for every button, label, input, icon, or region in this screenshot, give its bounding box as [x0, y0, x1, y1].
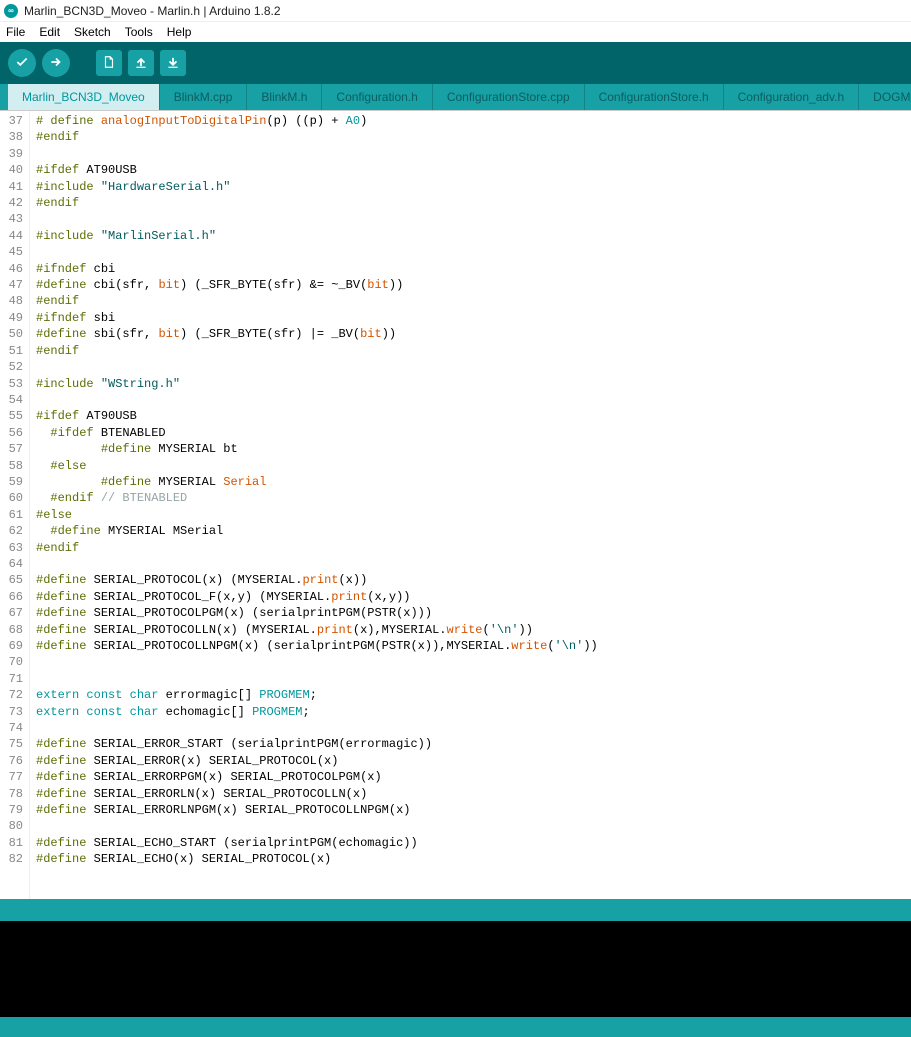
code-line[interactable] — [36, 556, 905, 572]
verify-button[interactable] — [8, 49, 36, 77]
arrow-down-icon — [166, 55, 180, 72]
new-sketch-button[interactable] — [96, 50, 122, 76]
code-line[interactable]: #define SERIAL_ERRORPGM(x) SERIAL_PROTOC… — [36, 769, 905, 785]
code-line[interactable]: #endif — [36, 195, 905, 211]
tab-marlin-bcn3d-moveo[interactable]: Marlin_BCN3D_Moveo — [8, 84, 160, 110]
code-line[interactable]: #ifndef sbi — [36, 310, 905, 326]
menu-help[interactable]: Help — [167, 25, 192, 39]
code-line[interactable]: # define analogInputToDigitalPin(p) ((p)… — [36, 113, 905, 129]
code-line[interactable]: #define SERIAL_PROTOCOLLN(x) (MYSERIAL.p… — [36, 622, 905, 638]
code-line[interactable]: #else — [36, 458, 905, 474]
code-line[interactable]: #define SERIAL_ERROR(x) SERIAL_PROTOCOL(… — [36, 753, 905, 769]
arduino-app-icon: ∞ — [4, 4, 18, 18]
status-bar — [0, 899, 911, 921]
tab-blinkm-h[interactable]: BlinkM.h — [247, 84, 322, 110]
code-line[interactable]: #define cbi(sfr, bit) (_SFR_BYTE(sfr) &=… — [36, 277, 905, 293]
check-icon — [15, 55, 29, 72]
tab-dogmbit[interactable]: DOGMbit — [859, 84, 911, 110]
output-console[interactable] — [0, 921, 911, 1017]
code-line[interactable]: #define SERIAL_PROTOCOLPGM(x) (serialpri… — [36, 605, 905, 621]
tab-strip: Marlin_BCN3D_MoveoBlinkM.cppBlinkM.hConf… — [0, 84, 911, 110]
arrow-up-icon — [134, 55, 148, 72]
footer-bar — [0, 1017, 911, 1037]
arrow-right-icon — [49, 55, 63, 72]
code-line[interactable]: #define SERIAL_ERRORLNPGM(x) SERIAL_PROT… — [36, 802, 905, 818]
code-line[interactable] — [36, 392, 905, 408]
code-line[interactable] — [36, 818, 905, 834]
upload-button[interactable] — [42, 49, 70, 77]
menu-file[interactable]: File — [6, 25, 25, 39]
file-icon — [102, 55, 116, 72]
code-line[interactable] — [36, 720, 905, 736]
tab-configurationstore-h[interactable]: ConfigurationStore.h — [585, 84, 724, 110]
open-sketch-button[interactable] — [128, 50, 154, 76]
titlebar: ∞ Marlin_BCN3D_Moveo - Marlin.h | Arduin… — [0, 0, 911, 22]
menu-tools[interactable]: Tools — [125, 25, 153, 39]
window-title: Marlin_BCN3D_Moveo - Marlin.h | Arduino … — [24, 4, 281, 18]
code-line[interactable]: #define MYSERIAL Serial — [36, 474, 905, 490]
code-line[interactable]: #define SERIAL_ECHO_START (serialprintPG… — [36, 835, 905, 851]
save-sketch-button[interactable] — [160, 50, 186, 76]
toolbar — [0, 42, 911, 84]
menu-sketch[interactable]: Sketch — [74, 25, 111, 39]
code-line[interactable]: #define SERIAL_ERROR_START (serialprintP… — [36, 736, 905, 752]
code-line[interactable]: #endif — [36, 129, 905, 145]
code-line[interactable]: #define SERIAL_PROTOCOL_F(x,y) (MYSERIAL… — [36, 589, 905, 605]
code-line[interactable] — [36, 146, 905, 162]
code-line[interactable]: #endif — [36, 343, 905, 359]
line-gutter: 37 38 39 40 41 42 43 44 45 46 47 48 49 5… — [0, 111, 30, 899]
code-line[interactable]: #define sbi(sfr, bit) (_SFR_BYTE(sfr) |=… — [36, 326, 905, 342]
code-line[interactable]: #include "HardwareSerial.h" — [36, 179, 905, 195]
code-line[interactable]: #include "MarlinSerial.h" — [36, 228, 905, 244]
menu-edit[interactable]: Edit — [39, 25, 60, 39]
tab-blinkm-cpp[interactable]: BlinkM.cpp — [160, 84, 248, 110]
code-line[interactable] — [36, 654, 905, 670]
code-line[interactable]: #define SERIAL_PROTOCOLLNPGM(x) (serialp… — [36, 638, 905, 654]
code-area[interactable]: # define analogInputToDigitalPin(p) ((p)… — [30, 111, 911, 899]
code-line[interactable]: #endif — [36, 293, 905, 309]
code-line[interactable]: #ifdef AT90USB — [36, 408, 905, 424]
code-line[interactable]: #define SERIAL_ERRORLN(x) SERIAL_PROTOCO… — [36, 786, 905, 802]
code-line[interactable] — [36, 671, 905, 687]
code-line[interactable]: #include "WString.h" — [36, 376, 905, 392]
tab-configuration-adv-h[interactable]: Configuration_adv.h — [724, 84, 860, 110]
code-line[interactable] — [36, 211, 905, 227]
code-line[interactable]: extern const char errormagic[] PROGMEM; — [36, 687, 905, 703]
code-line[interactable]: #define MYSERIAL MSerial — [36, 523, 905, 539]
code-line[interactable]: #else — [36, 507, 905, 523]
tab-configurationstore-cpp[interactable]: ConfigurationStore.cpp — [433, 84, 585, 110]
code-editor[interactable]: 37 38 39 40 41 42 43 44 45 46 47 48 49 5… — [0, 110, 911, 899]
tab-configuration-h[interactable]: Configuration.h — [322, 84, 432, 110]
code-line[interactable]: extern const char echomagic[] PROGMEM; — [36, 704, 905, 720]
menubar: File Edit Sketch Tools Help — [0, 22, 911, 42]
code-line[interactable]: #endif — [36, 540, 905, 556]
code-line[interactable]: #ifdef AT90USB — [36, 162, 905, 178]
code-line[interactable] — [36, 359, 905, 375]
code-line[interactable]: #ifdef BTENABLED — [36, 425, 905, 441]
code-line[interactable]: #define SERIAL_ECHO(x) SERIAL_PROTOCOL(x… — [36, 851, 905, 867]
code-line[interactable]: #endif // BTENABLED — [36, 490, 905, 506]
code-line[interactable]: #define MYSERIAL bt — [36, 441, 905, 457]
code-line[interactable]: #ifndef cbi — [36, 261, 905, 277]
code-line[interactable] — [36, 244, 905, 260]
code-line[interactable]: #define SERIAL_PROTOCOL(x) (MYSERIAL.pri… — [36, 572, 905, 588]
